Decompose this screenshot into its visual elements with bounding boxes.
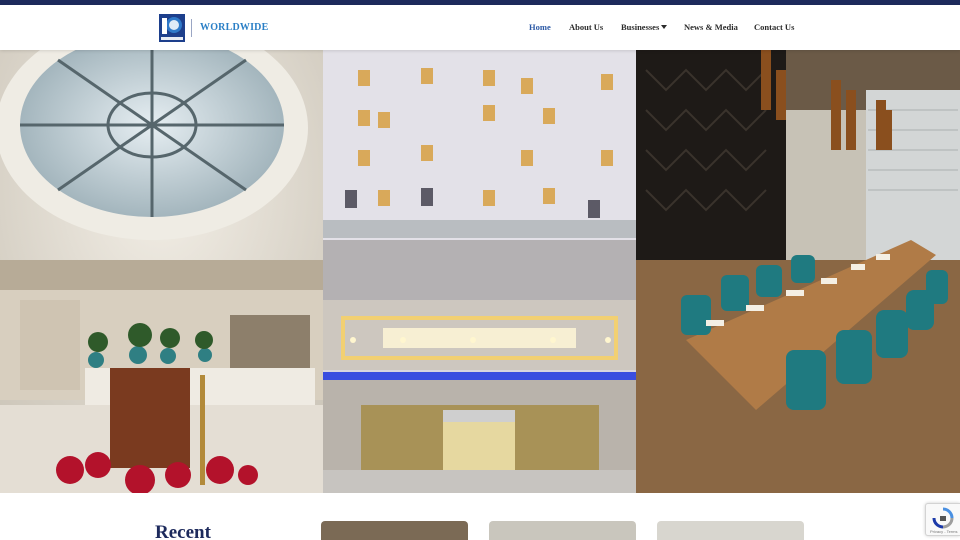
hero-collage — [0, 50, 960, 493]
hero-image-dining — [636, 50, 960, 493]
recent-news-thumbnail[interactable] — [321, 521, 468, 540]
main-nav: Home About Us Businesses News & Media Co… — [0, 22, 960, 36]
recaptcha-links: Privacy - Terms — [930, 529, 958, 534]
dining-illustration — [636, 50, 960, 493]
recaptcha-badge[interactable]: Privacy - Terms — [925, 503, 960, 536]
nav-businesses-label: Businesses — [621, 22, 660, 32]
facade-illustration — [323, 50, 636, 493]
recaptcha-icon — [932, 507, 954, 529]
hero-image-facade — [323, 50, 636, 493]
hero-image-lobby — [0, 50, 323, 493]
nav-home[interactable]: Home — [529, 22, 551, 32]
nav-contact-us[interactable]: Contact Us — [754, 22, 794, 32]
recent-section-heading: Recent — [155, 522, 211, 540]
nav-news-media[interactable]: News & Media — [684, 22, 738, 32]
nav-businesses[interactable]: Businesses — [621, 22, 668, 32]
nav-about-us[interactable]: About Us — [569, 22, 603, 32]
lobby-illustration — [0, 50, 323, 493]
recent-news-thumbnail[interactable] — [489, 521, 636, 540]
recent-news-thumbnail[interactable] — [657, 521, 804, 540]
caret-down-icon — [661, 25, 668, 29]
site-header: WORLDWIDE Home About Us Businesses News … — [0, 5, 960, 50]
